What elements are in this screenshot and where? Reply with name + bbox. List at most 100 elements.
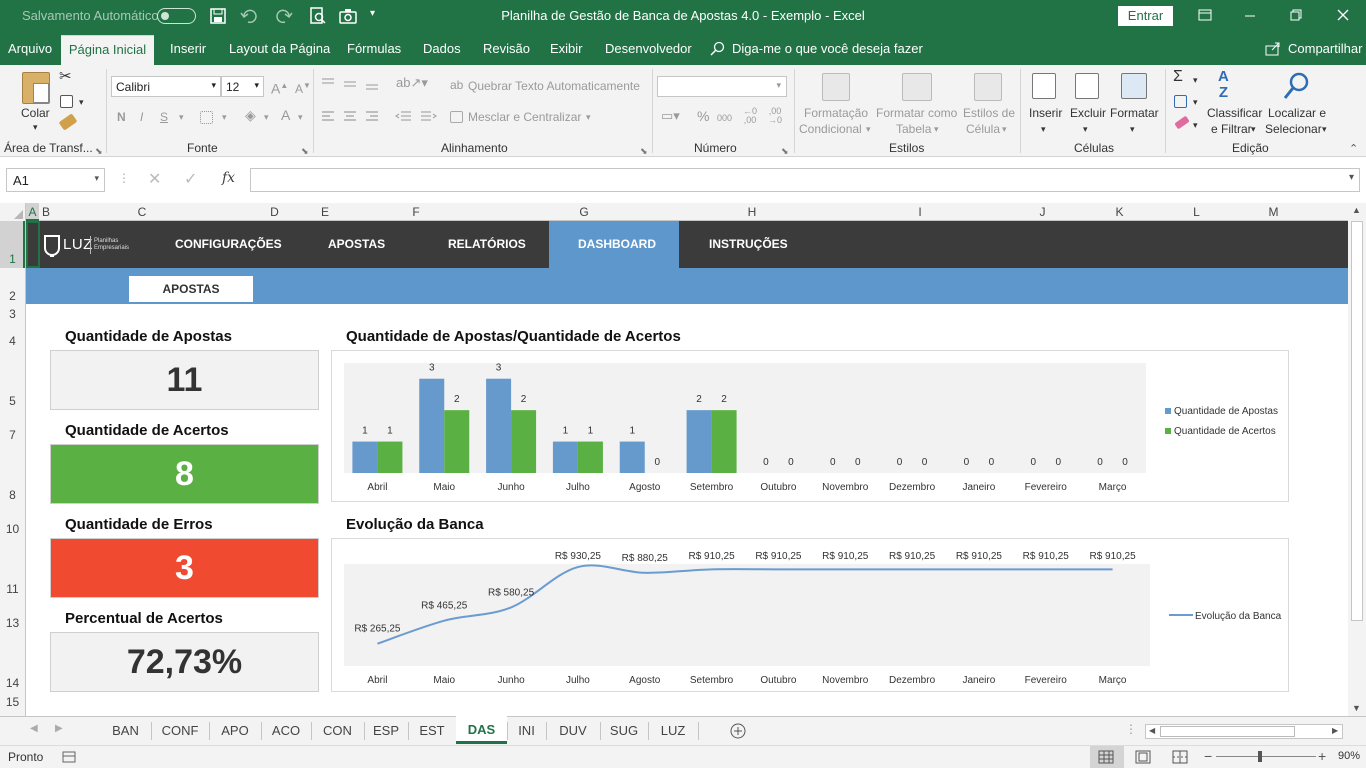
- col-header-a[interactable]: A: [26, 205, 39, 219]
- currency-icon[interactable]: ▭▾: [661, 108, 680, 124]
- grow-font-icon[interactable]: A▲: [271, 78, 288, 97]
- delete-cells-button[interactable]: Excluir: [1070, 105, 1106, 121]
- row-header-11[interactable]: 11: [0, 582, 25, 596]
- indent-icons[interactable]: [395, 110, 437, 124]
- vertical-scroll-thumb[interactable]: [1351, 221, 1363, 621]
- nav-configuracoes[interactable]: CONFIGURAÇÕES: [175, 221, 282, 268]
- row-header-8[interactable]: 8: [0, 488, 25, 502]
- cell-styles-label-1[interactable]: Estilos de: [963, 105, 1015, 121]
- underline-button[interactable]: S: [160, 109, 168, 125]
- font-name-select[interactable]: Calibri ▾: [111, 76, 221, 97]
- fill-icon[interactable]: [1174, 95, 1187, 108]
- find-select-label-2[interactable]: Selecionar: [1265, 121, 1322, 137]
- scroll-up-icon[interactable]: ▲: [1352, 205, 1361, 215]
- tab-layout[interactable]: Layout da Página: [229, 41, 330, 56]
- paste-dropdown-icon[interactable]: ▾: [33, 119, 38, 135]
- share-icon[interactable]: [1265, 41, 1281, 56]
- zoom-out-icon[interactable]: −: [1204, 748, 1212, 764]
- autosum-icon[interactable]: Σ: [1173, 69, 1183, 85]
- nav-relatorios[interactable]: RELATÓRIOS: [448, 221, 526, 268]
- restore-icon[interactable]: [1290, 9, 1302, 21]
- orientation-icon[interactable]: ab↗▾: [396, 75, 428, 91]
- thousands-icon[interactable]: 000: [717, 110, 732, 126]
- col-header-e[interactable]: E: [318, 205, 332, 219]
- horizontal-scrollbar[interactable]: ◀ ▶: [1145, 724, 1343, 739]
- sheet-tab-con[interactable]: CON: [311, 717, 364, 745]
- print-preview-icon[interactable]: [310, 7, 326, 25]
- scroll-down-icon[interactable]: ▼: [1352, 703, 1361, 713]
- zoom-slider-thumb[interactable]: [1258, 751, 1262, 762]
- collapse-ribbon-icon[interactable]: ⌃: [1349, 141, 1358, 157]
- tell-me-input[interactable]: Diga-me o que você deseja fazer: [732, 41, 923, 56]
- formula-input[interactable]: ▾: [250, 168, 1360, 192]
- sheet-tab-duv[interactable]: DUV: [546, 717, 600, 745]
- col-header-h[interactable]: H: [668, 205, 836, 219]
- redo-icon[interactable]: [275, 8, 293, 24]
- sheet-tab-conf[interactable]: CONF: [151, 717, 209, 745]
- row-header-4[interactable]: 4: [0, 334, 25, 348]
- row-header-15[interactable]: 15: [0, 695, 25, 709]
- shrink-font-icon[interactable]: A▼: [295, 78, 311, 97]
- subtab-apostas[interactable]: APOSTAS: [129, 276, 253, 302]
- worksheet[interactable]: LUZ Planilhas Empresariais CONFIGURAÇÕES …: [26, 221, 1348, 716]
- vertical-scrollbar[interactable]: ▲ ▼: [1348, 203, 1366, 716]
- cancel-entry-icon[interactable]: ✕: [148, 169, 161, 189]
- cut-icon[interactable]: ✂: [59, 69, 72, 85]
- camera-icon[interactable]: [339, 8, 357, 24]
- col-header-l[interactable]: L: [1158, 205, 1235, 219]
- zoom-in-icon[interactable]: +: [1318, 748, 1326, 764]
- tab-revisao[interactable]: Revisão: [483, 41, 530, 56]
- tab-pagina-inicial[interactable]: Página Inicial: [61, 35, 154, 65]
- bar-chart-frame[interactable]: 1 1 Abril 3 2 Maio 3 2 Junho 1 1 Julho 1 0 Agosto 2 2 Set…: [331, 350, 1289, 502]
- autosave-toggle[interactable]: [157, 8, 196, 24]
- insert-function-icon[interactable]: fx: [222, 170, 235, 186]
- row-header-2[interactable]: 2: [0, 289, 25, 303]
- tab-arquivo[interactable]: Arquivo: [8, 41, 52, 56]
- sheet-tab-das[interactable]: DAS: [456, 716, 507, 744]
- col-header-j[interactable]: J: [1004, 205, 1081, 219]
- sheet-tab-aco[interactable]: ACO: [261, 717, 311, 745]
- number-format-select[interactable]: ▾: [657, 76, 787, 97]
- row-header-13[interactable]: 13: [0, 616, 25, 630]
- page-layout-view-icon[interactable]: [1135, 750, 1151, 764]
- sheet-tab-luz[interactable]: LUZ: [648, 717, 698, 745]
- tab-desenvolvedor[interactable]: Desenvolvedor: [605, 41, 692, 56]
- col-header-f[interactable]: F: [332, 205, 500, 219]
- select-all-corner[interactable]: [0, 203, 26, 221]
- sort-filter-label-1[interactable]: Classificar: [1207, 105, 1262, 121]
- italic-button[interactable]: I: [140, 109, 143, 125]
- vertical-align-icons[interactable]: [320, 77, 380, 91]
- undo-icon[interactable]: [240, 8, 258, 24]
- row-header-7[interactable]: 7: [0, 428, 25, 442]
- percent-icon[interactable]: %: [697, 108, 709, 124]
- find-select-label-1[interactable]: Localizar e: [1268, 105, 1326, 121]
- tab-formulas[interactable]: Fórmulas: [347, 41, 401, 56]
- borders-icon[interactable]: [200, 111, 213, 124]
- copy-icon[interactable]: [60, 95, 73, 108]
- decrease-decimal-icon[interactable]: ,00 →0: [768, 107, 782, 125]
- scroll-right-icon[interactable]: ▶: [1332, 726, 1338, 735]
- macro-record-icon[interactable]: [62, 751, 76, 763]
- sheet-tab-est[interactable]: EST: [408, 717, 456, 745]
- sort-filter-label-2[interactable]: e Filtrar: [1211, 121, 1252, 137]
- bold-button[interactable]: N: [117, 109, 126, 125]
- merge-center-button[interactable]: Mesclar e Centralizar: [468, 109, 581, 125]
- format-as-table-label-2[interactable]: Tabela: [896, 121, 931, 137]
- prev-sheet-icon[interactable]: ◀: [30, 723, 38, 734]
- sheet-tab-esp[interactable]: ESP: [364, 717, 408, 745]
- tab-inserir[interactable]: Inserir: [170, 41, 206, 56]
- ribbon-display-icon[interactable]: [1198, 9, 1212, 21]
- save-icon[interactable]: [210, 8, 226, 24]
- col-header-g[interactable]: G: [500, 205, 668, 219]
- row-header-3[interactable]: 3: [0, 307, 25, 321]
- name-box[interactable]: A1 ▾: [6, 168, 105, 192]
- col-header-d[interactable]: D: [231, 205, 318, 219]
- row-header-1[interactable]: 1: [0, 252, 25, 266]
- add-sheet-icon[interactable]: [730, 723, 746, 739]
- normal-view-icon[interactable]: [1098, 750, 1114, 764]
- nav-dashboard[interactable]: DASHBOARD: [549, 221, 679, 268]
- conditional-format-label-2[interactable]: Condicional: [799, 121, 862, 137]
- col-header-k[interactable]: K: [1081, 205, 1158, 219]
- next-sheet-icon[interactable]: ▶: [55, 723, 63, 734]
- sheet-tab-apo[interactable]: APO: [209, 717, 261, 745]
